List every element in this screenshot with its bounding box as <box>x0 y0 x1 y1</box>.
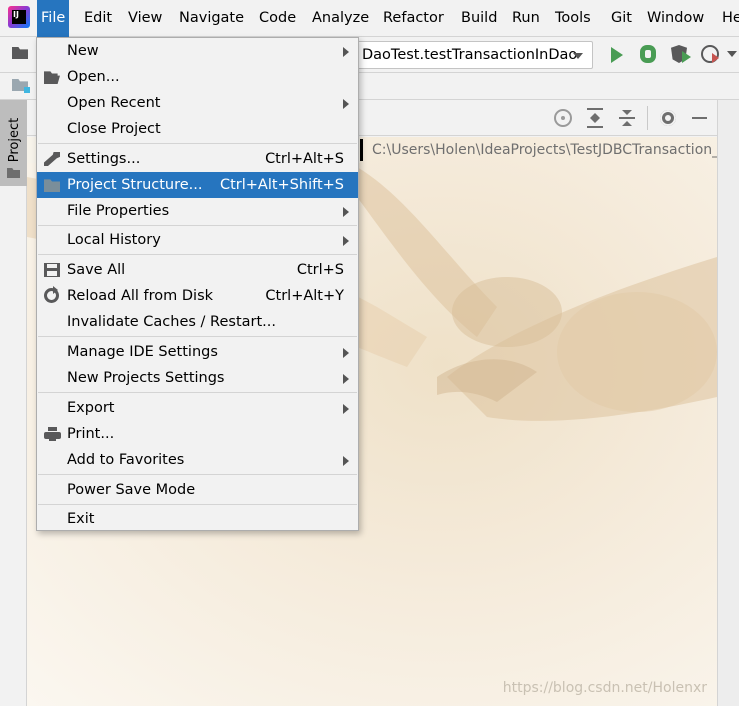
collapse-all-icon[interactable] <box>619 108 635 128</box>
menu-file[interactable]: File <box>37 0 70 37</box>
run-configuration-label: DaoTest.testTransactionInDao <box>362 47 578 63</box>
menu-separator <box>38 336 357 337</box>
project-path: C:\Users\Holen\IdeaProjects\TestJDBCTran… <box>360 139 717 161</box>
menu-navigate[interactable]: Navigate <box>175 0 248 37</box>
toolbar-divider <box>647 106 648 130</box>
project-tab-label: Project <box>7 117 22 163</box>
menu-item-label: Export <box>67 400 115 416</box>
menu-separator <box>38 474 357 475</box>
menu-item-label: Settings... <box>67 151 141 167</box>
menu-item-label: File Properties <box>67 203 170 219</box>
open-folder-icon[interactable] <box>12 47 28 59</box>
debug-bug-icon[interactable] <box>640 45 656 63</box>
submenu-arrow-icon <box>343 374 349 384</box>
menu-item-add-to-favorites[interactable]: Add to Favorites <box>37 447 358 473</box>
menu-item-print[interactable]: Print... <box>37 421 358 447</box>
menu-item-open-recent[interactable]: Open Recent <box>37 90 358 116</box>
menu-item-label: Reload All from Disk <box>67 288 214 304</box>
menu-git[interactable]: Git <box>607 0 636 37</box>
menu-view[interactable]: View <box>124 0 166 37</box>
menu-bar: File Edit View Navigate Code Analyze Ref… <box>0 0 739 37</box>
chevron-down-icon <box>573 53 583 59</box>
menu-item-label: Save All <box>67 262 126 278</box>
submenu-arrow-icon <box>343 207 349 217</box>
menu-item-shortcut: Ctrl+Alt+S <box>265 151 344 167</box>
menu-item-invalidate-caches[interactable]: Invalidate Caches / Restart... <box>37 309 358 335</box>
menu-item-label: Manage IDE Settings <box>67 344 218 360</box>
submenu-arrow-icon <box>343 404 349 414</box>
module-badge-icon <box>24 87 30 93</box>
menu-item-label: Local History <box>67 232 161 248</box>
file-menu-dropdown: New Open... Open Recent Close Project Se… <box>36 37 359 531</box>
menu-code[interactable]: Code <box>255 0 300 37</box>
menu-item-power-save-mode[interactable]: Power Save Mode <box>37 477 358 503</box>
locate-file-icon[interactable] <box>554 109 572 127</box>
menu-edit[interactable]: Edit <box>80 0 116 37</box>
menu-item-settings[interactable]: Settings... Ctrl+Alt+S <box>37 146 358 172</box>
menu-separator <box>38 504 357 505</box>
menu-item-shortcut: Ctrl+Alt+Y <box>265 288 344 304</box>
menu-separator <box>38 225 357 226</box>
menu-item-open[interactable]: Open... <box>37 64 358 90</box>
menu-separator <box>38 254 357 255</box>
menu-separator <box>38 392 357 393</box>
save-icon <box>44 263 60 277</box>
intellij-logo-icon <box>8 6 30 28</box>
submenu-arrow-icon <box>343 99 349 109</box>
folder-open-icon <box>44 71 60 84</box>
project-structure-icon <box>44 179 60 192</box>
menu-item-label: New <box>67 43 99 59</box>
minimize-icon[interactable] <box>692 117 707 119</box>
right-tool-strip <box>717 100 739 706</box>
profiler-icon[interactable] <box>701 45 719 63</box>
menu-tools[interactable]: Tools <box>551 0 595 37</box>
menu-item-save-all[interactable]: Save All Ctrl+S <box>37 257 358 283</box>
menu-item-label: Power Save Mode <box>67 482 196 498</box>
menu-item-project-structure[interactable]: Project Structure... Ctrl+Alt+Shift+S <box>37 172 358 198</box>
menu-analyze[interactable]: Analyze <box>308 0 373 37</box>
expand-all-icon[interactable] <box>587 108 603 128</box>
watermark: https://blog.csdn.net/Holenxr <box>502 680 707 696</box>
menu-item-label: Project Structure... <box>67 177 203 193</box>
menu-item-file-properties[interactable]: File Properties <box>37 198 358 224</box>
gear-icon[interactable] <box>660 110 676 126</box>
submenu-arrow-icon <box>343 348 349 358</box>
menu-item-label: Exit <box>67 511 95 527</box>
menu-item-manage-ide-settings[interactable]: Manage IDE Settings <box>37 339 358 365</box>
menu-item-label: Add to Favorites <box>67 452 185 468</box>
menu-item-local-history[interactable]: Local History <box>37 227 358 253</box>
menu-help[interactable]: He <box>718 0 739 37</box>
menu-item-close-project[interactable]: Close Project <box>37 116 358 142</box>
menu-build[interactable]: Build <box>457 0 501 37</box>
reload-icon <box>44 286 59 303</box>
menu-item-new[interactable]: New <box>37 38 358 64</box>
submenu-arrow-icon <box>343 456 349 466</box>
menu-item-label: Open... <box>67 69 120 85</box>
menu-item-new-projects-settings[interactable]: New Projects Settings <box>37 365 358 391</box>
menu-separator <box>38 143 357 144</box>
menu-item-export[interactable]: Export <box>37 395 358 421</box>
profiler-dropdown-icon[interactable] <box>727 51 737 57</box>
menu-refactor[interactable]: Refactor <box>379 0 448 37</box>
run-configuration-select[interactable]: DaoTest.testTransactionInDao <box>352 41 593 69</box>
menu-item-reload-all[interactable]: Reload All from Disk Ctrl+Alt+Y <box>37 283 358 309</box>
coverage-run-icon <box>682 51 691 63</box>
project-tool-tab[interactable]: Project <box>0 100 27 186</box>
menu-item-label: New Projects Settings <box>67 370 225 386</box>
run-icon[interactable] <box>611 47 623 63</box>
menu-item-label: Close Project <box>67 121 161 137</box>
menu-item-exit[interactable]: Exit <box>37 506 358 532</box>
left-tool-strip: Project <box>0 100 27 706</box>
menu-item-label: Print... <box>67 426 115 442</box>
menu-item-shortcut: Ctrl+S <box>296 262 344 278</box>
menu-item-label: Invalidate Caches / Restart... <box>67 314 276 330</box>
wrench-icon <box>44 152 60 166</box>
submenu-arrow-icon <box>343 236 349 246</box>
submenu-arrow-icon <box>343 47 349 57</box>
menu-item-shortcut: Ctrl+Alt+Shift+S <box>219 177 344 193</box>
print-icon <box>44 427 61 442</box>
menu-window[interactable]: Window <box>643 0 708 37</box>
menu-item-label: Open Recent <box>67 95 161 111</box>
menu-run[interactable]: Run <box>508 0 544 37</box>
